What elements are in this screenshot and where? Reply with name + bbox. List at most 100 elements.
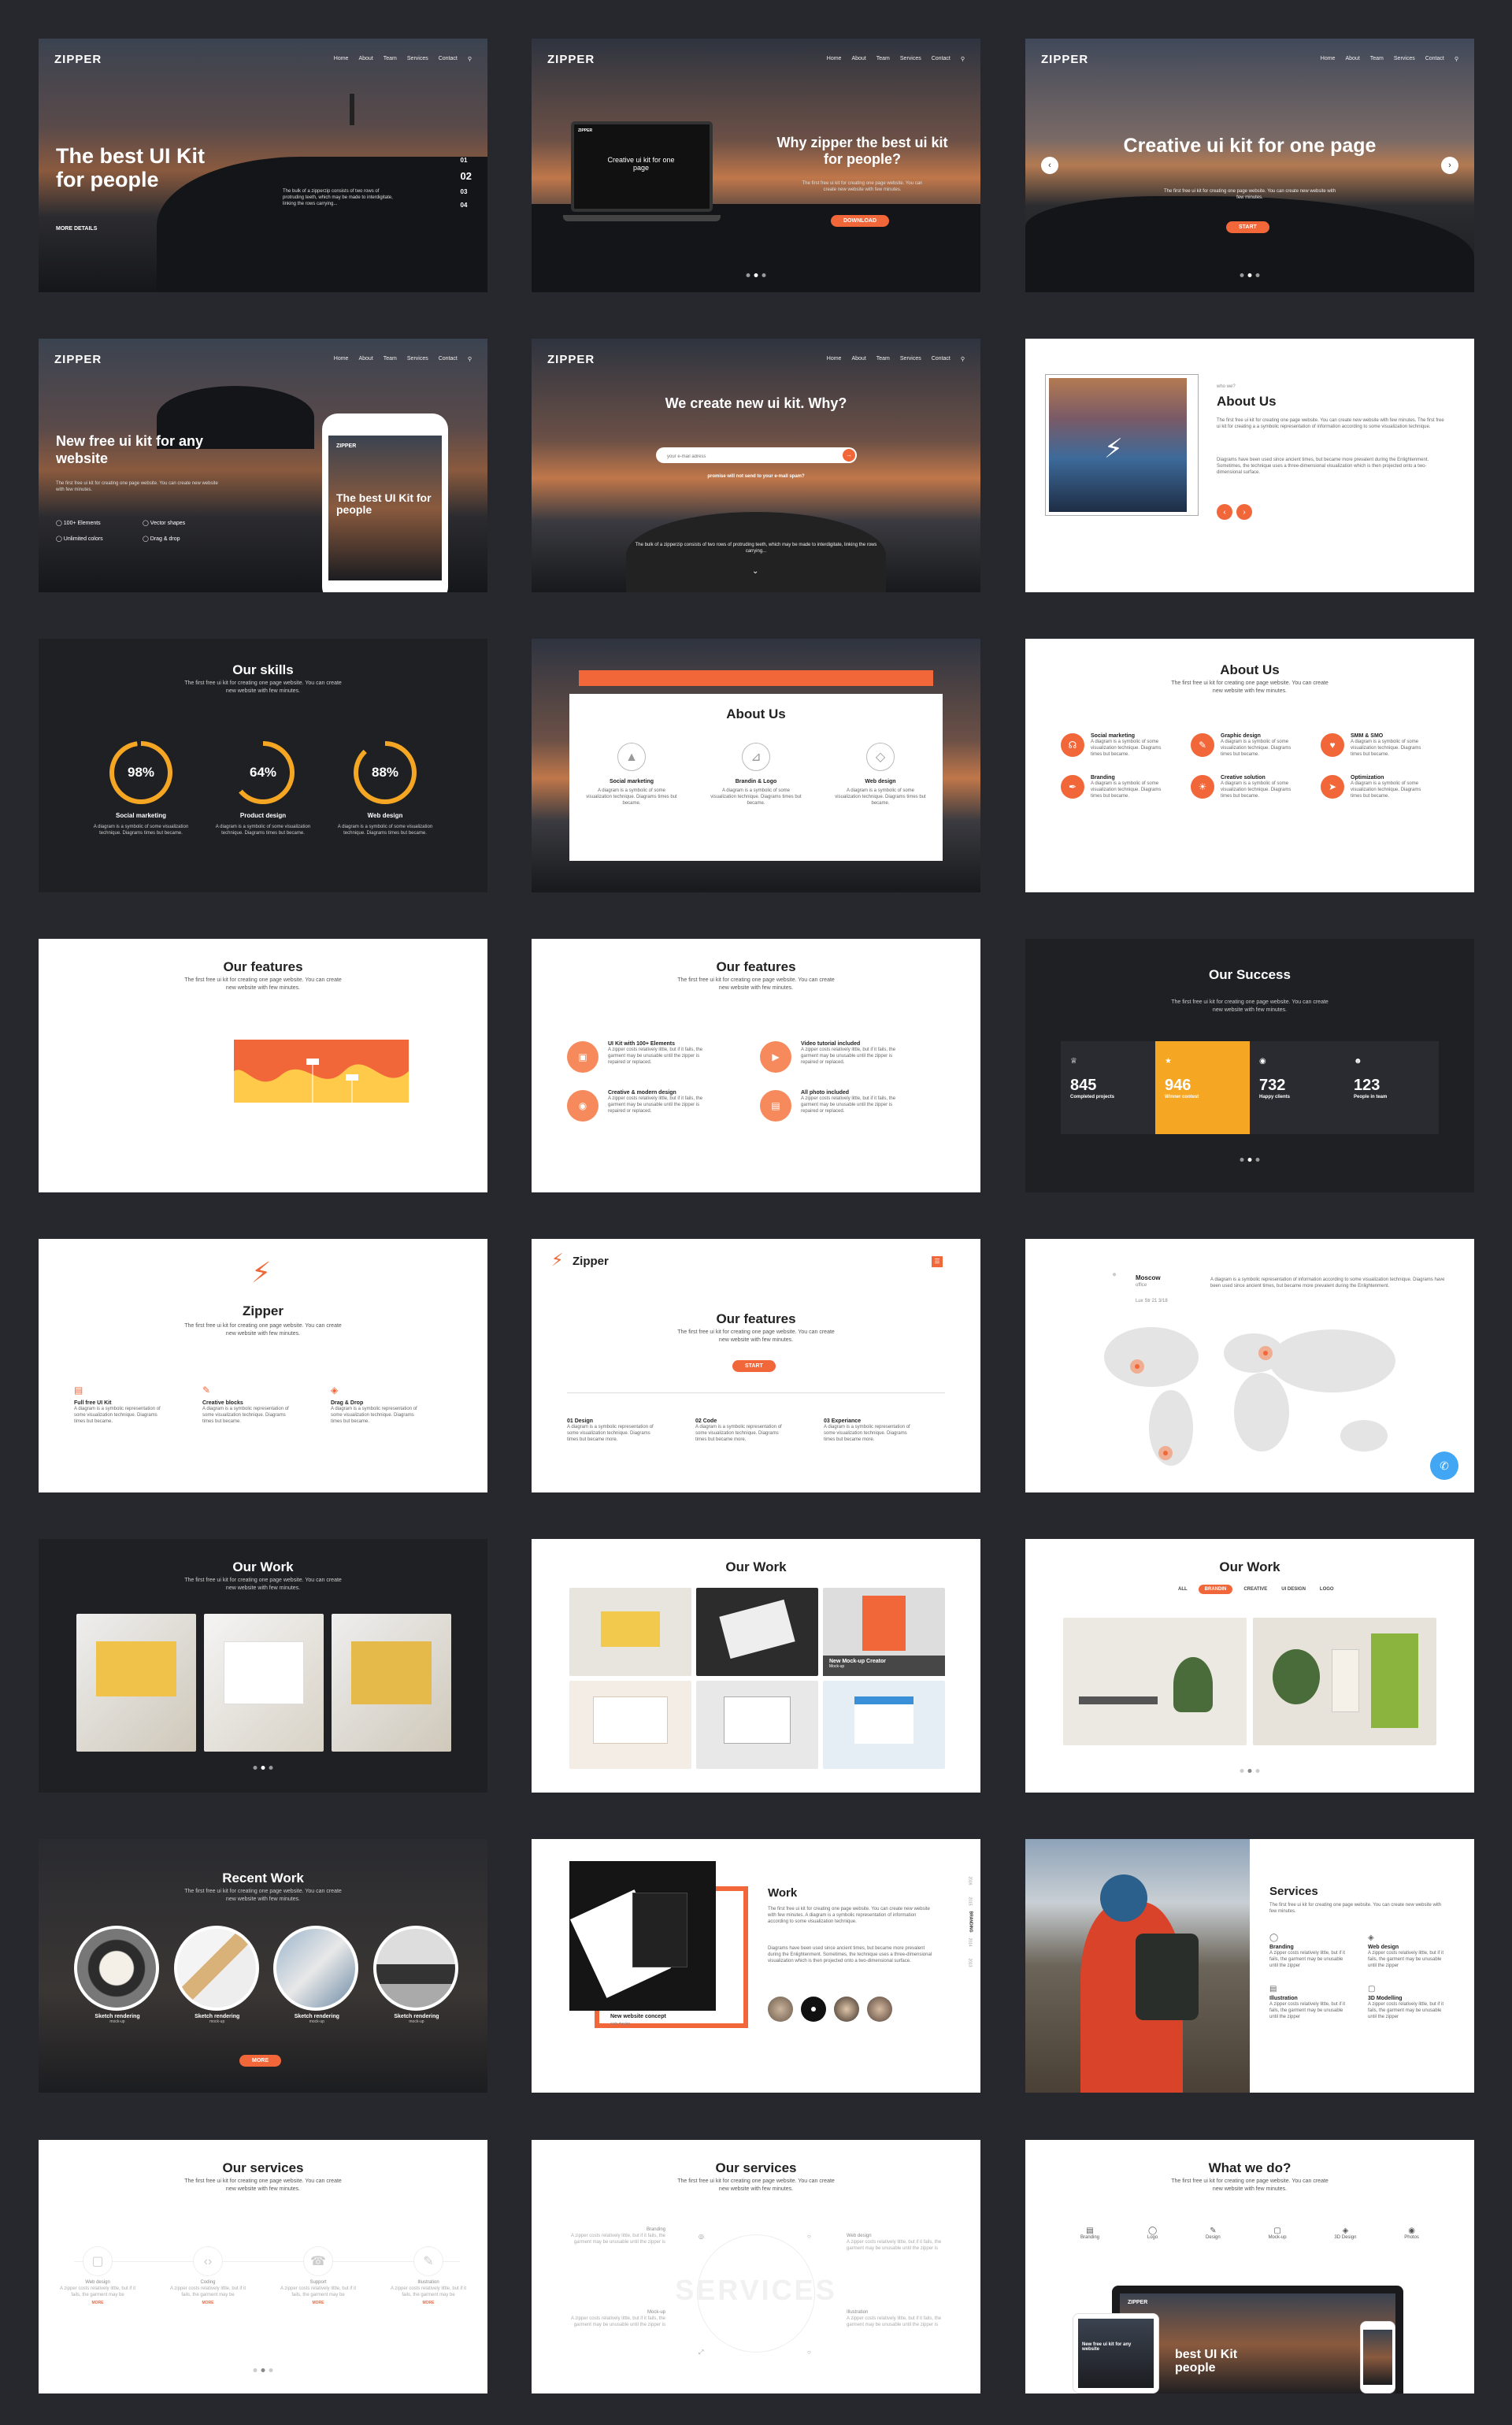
- recent-thumbnail[interactable]: [173, 1926, 259, 2011]
- dot[interactable]: [746, 273, 750, 277]
- brand-photo[interactable]: [569, 1861, 716, 2011]
- search-icon[interactable]: ⚲: [468, 356, 472, 362]
- nav-contact[interactable]: Contact: [439, 356, 458, 362]
- dot[interactable]: [762, 273, 766, 277]
- avatar[interactable]: [834, 1997, 859, 2022]
- nav-contact[interactable]: Contact: [932, 356, 951, 362]
- menu-icon[interactable]: ☰: [932, 1256, 943, 1267]
- work-thumbnail[interactable]: [204, 1614, 324, 1752]
- logo[interactable]: ZIPPER: [547, 53, 595, 66]
- next-arrow-icon[interactable]: ›: [1441, 157, 1458, 174]
- nav-contact[interactable]: Contact: [1425, 56, 1444, 62]
- pager-item[interactable]: 01: [461, 157, 472, 164]
- search-icon[interactable]: ⚲: [961, 56, 965, 62]
- work-thumbnail[interactable]: [569, 1681, 691, 1769]
- nav-services[interactable]: Services: [407, 56, 428, 62]
- more-link[interactable]: MORE: [385, 2301, 472, 2305]
- dot[interactable]: [261, 1766, 265, 1770]
- nav-services[interactable]: Services: [900, 56, 921, 62]
- dot[interactable]: [1240, 1769, 1244, 1773]
- avatar[interactable]: [801, 1997, 826, 2022]
- year-item[interactable]: 2013: [968, 1958, 973, 1967]
- tab-logo[interactable]: ◯ Logo: [1147, 2227, 1158, 2240]
- email-input[interactable]: [667, 454, 817, 459]
- dot[interactable]: [261, 2368, 265, 2372]
- pager-item[interactable]: 03: [461, 188, 472, 195]
- dot[interactable]: [1247, 273, 1252, 277]
- prev-arrow-icon[interactable]: ‹: [1217, 504, 1232, 520]
- dot[interactable]: [253, 2368, 258, 2372]
- logo[interactable]: ZIPPER: [54, 353, 102, 366]
- filter-tab[interactable]: LOGO: [1317, 1585, 1337, 1594]
- work-thumbnail[interactable]: [696, 1588, 818, 1676]
- nav-team[interactable]: Team: [384, 356, 397, 362]
- more-link[interactable]: MORE: [54, 2301, 141, 2305]
- recent-item[interactable]: Sketch rendering mock-up: [173, 1926, 261, 2024]
- logo[interactable]: ZIPPER: [547, 353, 595, 366]
- work-thumbnail[interactable]: [332, 1614, 451, 1752]
- more-link[interactable]: MORE: [275, 2301, 361, 2305]
- prev-arrow-icon[interactable]: ‹: [1041, 157, 1058, 174]
- tab-photos[interactable]: ◉ Photos: [1404, 2227, 1419, 2240]
- tab-mockup[interactable]: ▢ Mock-up: [1269, 2227, 1287, 2240]
- logo[interactable]: ZIPPER: [1041, 53, 1088, 66]
- avatar[interactable]: [867, 1997, 892, 2022]
- work-thumbnail[interactable]: [569, 1588, 691, 1676]
- nav-home[interactable]: Home: [334, 356, 349, 362]
- nav-team[interactable]: Team: [876, 356, 890, 362]
- dot[interactable]: [1247, 1158, 1252, 1162]
- nav-home[interactable]: Home: [827, 356, 842, 362]
- nav-home[interactable]: Home: [1321, 56, 1336, 62]
- start-button[interactable]: START: [732, 1360, 776, 1372]
- tab-3d-design[interactable]: ◈ 3D Design: [1334, 2227, 1356, 2240]
- email-field[interactable]: →: [656, 447, 857, 463]
- nav-team[interactable]: Team: [876, 56, 890, 62]
- work-thumbnail[interactable]: [1253, 1618, 1436, 1745]
- search-icon[interactable]: ⚲: [1455, 56, 1458, 62]
- nav-services[interactable]: Services: [1394, 56, 1415, 62]
- nav-about[interactable]: About: [851, 56, 865, 62]
- work-thumbnail[interactable]: [696, 1681, 818, 1769]
- dot[interactable]: [1255, 1769, 1260, 1773]
- dot[interactable]: [269, 1766, 273, 1770]
- nav-about[interactable]: About: [1345, 56, 1359, 62]
- year-item[interactable]: 2014: [968, 1937, 973, 1946]
- dot[interactable]: [1240, 1158, 1244, 1162]
- work-thumbnail[interactable]: [823, 1681, 945, 1769]
- tab-branding[interactable]: ▤ Branding: [1080, 2227, 1099, 2240]
- year-item[interactable]: 2015: [968, 1897, 973, 1905]
- dot[interactable]: [1255, 273, 1260, 277]
- recent-thumbnail[interactable]: [372, 1926, 458, 2011]
- recent-item[interactable]: Sketch rendering mock-up: [74, 1926, 161, 2024]
- work-thumbnail[interactable]: [1063, 1618, 1247, 1745]
- dot[interactable]: [1247, 1769, 1252, 1773]
- nav-contact[interactable]: Contact: [439, 56, 458, 62]
- dot[interactable]: [1255, 1158, 1260, 1162]
- recent-item[interactable]: Sketch rendering mock-up: [273, 1926, 360, 2024]
- next-arrow-icon[interactable]: ›: [1236, 504, 1252, 520]
- search-icon[interactable]: ⚲: [961, 356, 965, 362]
- nav-contact[interactable]: Contact: [932, 56, 951, 62]
- logo[interactable]: ZIPPER: [54, 53, 102, 66]
- recent-item[interactable]: Sketch rendering mock-up: [372, 1926, 460, 2024]
- year-item[interactable]: 2016: [968, 1876, 973, 1885]
- download-button[interactable]: DOWNLOAD: [831, 215, 889, 227]
- nav-team[interactable]: Team: [1370, 56, 1384, 62]
- nav-home[interactable]: Home: [827, 56, 842, 62]
- nav-services[interactable]: Services: [407, 356, 428, 362]
- pager-item[interactable]: 04: [461, 202, 472, 209]
- search-icon[interactable]: ⚲: [468, 56, 472, 62]
- filter-tab-active[interactable]: BRANDIN: [1198, 1585, 1233, 1594]
- filter-tab[interactable]: CREATIVE: [1240, 1585, 1270, 1594]
- nav-home[interactable]: Home: [334, 56, 349, 62]
- pager-item[interactable]: 02: [461, 170, 472, 182]
- avatar[interactable]: [768, 1997, 793, 2022]
- submit-arrow-icon[interactable]: →: [843, 449, 855, 462]
- nav-services[interactable]: Services: [900, 356, 921, 362]
- dot[interactable]: [269, 2368, 273, 2372]
- more-details-link[interactable]: MORE DETAILS: [56, 226, 97, 232]
- nav-about[interactable]: About: [358, 56, 372, 62]
- tab-design[interactable]: ✎ Design: [1206, 2227, 1221, 2240]
- more-button[interactable]: MORE: [239, 2055, 281, 2067]
- dot[interactable]: [1240, 273, 1244, 277]
